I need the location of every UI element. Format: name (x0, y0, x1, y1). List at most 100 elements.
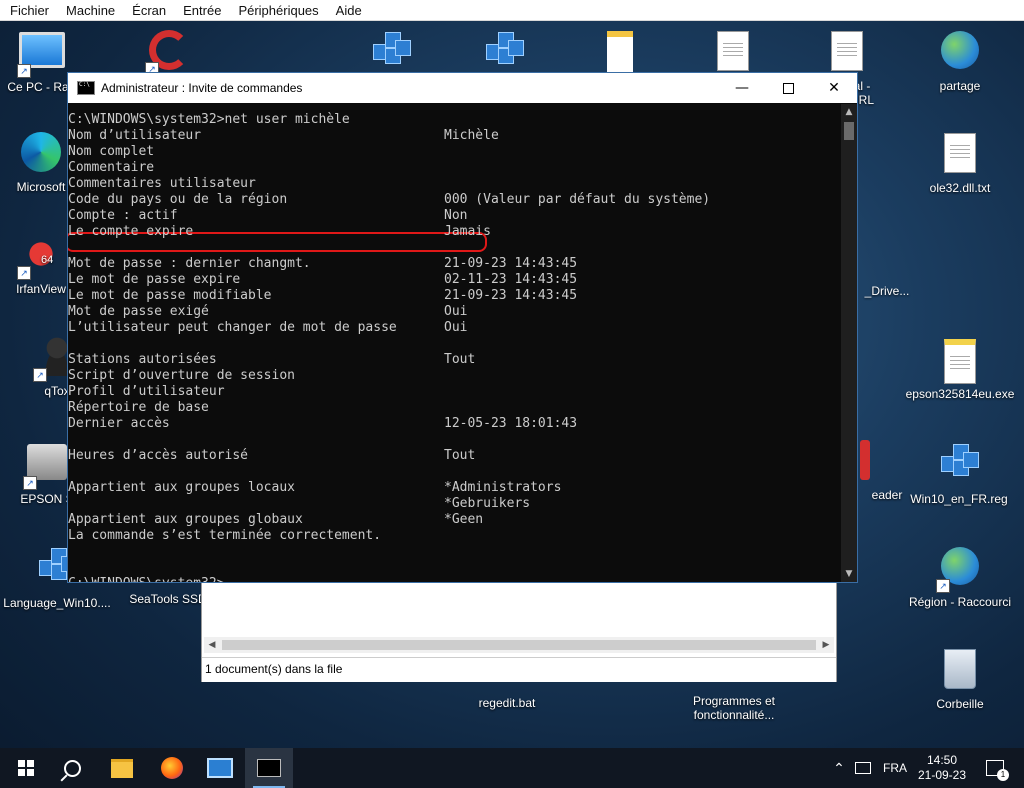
desktop-icon-epson-exe[interactable]: epson325814eu.exe (905, 336, 1015, 401)
console-line: Mot de passe : dernier changmt. 21-09-23 … (68, 256, 577, 272)
console-line: Appartient aux groupes locaux *Administra… (68, 480, 561, 496)
console-field-value: *Administrators (444, 480, 562, 495)
desktop-icon-seatools[interactable]: SeaTools SSD (128, 582, 208, 606)
console-field-label: Code du pays ou de la région (68, 192, 288, 207)
start-button[interactable] (2, 748, 50, 788)
console-field-label: Mot de passe exigé (68, 304, 209, 319)
console-field-value: Jamais (444, 224, 491, 239)
console-field-label: Compte : actif (68, 208, 178, 223)
desktop-icon-win10-reg[interactable]: Win10_en_FR.reg (909, 440, 1009, 506)
taskbar-firefox[interactable] (148, 748, 196, 788)
desktop-icon-ole32[interactable]: ole32.dll.txt (921, 130, 999, 195)
console-field-label: Mot de passe : dernier changmt. (68, 256, 311, 271)
console-field-value: 12-05-23 18:01:43 (444, 416, 578, 431)
desktop-icon-ccleaner[interactable]: ↗ (130, 28, 208, 78)
console-field-value: Oui (444, 304, 468, 319)
scroll-up-icon[interactable]: ▲ (841, 104, 857, 120)
console-field-label: Profil d’utilisateur (68, 384, 225, 399)
close-button[interactable]: ✕ (811, 73, 857, 103)
desktop-icon-regedit-bat[interactable]: regedit.bat (468, 696, 546, 710)
vertical-scrollbar[interactable]: ▲ ▼ (841, 104, 857, 582)
console-field-label: Stations autorisées (68, 352, 217, 367)
console-line: Profil d’utilisateur (68, 384, 225, 400)
edge-browser-icon (19, 132, 63, 176)
search-button[interactable] (48, 748, 96, 788)
menu-aide[interactable]: Aide (326, 3, 369, 18)
scroll-right-icon[interactable]: ▶ (818, 637, 834, 653)
cmd-app-icon[interactable] (77, 81, 95, 95)
console-line: Code du pays ou de la région 000 (Valeur … (68, 192, 710, 208)
clock[interactable]: 14:50 21-09-23 (912, 748, 972, 788)
print-queue-window: ◀ ▶ 1 document(s) dans la file (201, 582, 837, 682)
console-field-value: Non (444, 208, 468, 223)
console-line: Script d’ouverture de session (68, 368, 295, 384)
clock-time: 14:50 (926, 753, 958, 767)
taskbar-command-prompt[interactable] (245, 748, 293, 788)
scroll-left-icon[interactable]: ◀ (204, 637, 220, 653)
taskbar-remote-desktop[interactable] (196, 748, 244, 788)
console-field-label: Appartient aux groupes locaux (68, 480, 295, 495)
scanner-icon: ↗ (23, 444, 69, 490)
console-field-value: 000 (Valeur par défaut du système) (444, 192, 711, 207)
desktop-icon-recycle-bin[interactable]: Corbeille (921, 646, 999, 711)
console-field-label: Le mot de passe expire (68, 272, 241, 287)
minimize-icon: — (735, 80, 749, 96)
clock-date: 21-09-23 (917, 768, 967, 782)
window-title: Administrateur : Invite de commandes (101, 81, 303, 95)
console-field-value: *Geen (444, 512, 484, 527)
console-line: Appartient aux groupes globaux *Geen (68, 512, 483, 528)
console-field-label: La commande s’est terminée correctement. (68, 528, 382, 543)
console-line: Compte : actif Non (68, 208, 467, 224)
close-icon: ✕ (828, 80, 840, 96)
console-field-value: Michèle (444, 128, 499, 143)
console-field-value: *Gebruikers (444, 496, 531, 511)
minimize-button[interactable]: — (719, 73, 765, 103)
irfanview-64-badge: 64 (41, 254, 54, 266)
desktop-icon-programmes[interactable]: Programmes et fonctionnalité... (684, 680, 784, 722)
firefox-icon (161, 757, 183, 779)
tray-overflow-button[interactable]: ⌃ (828, 748, 850, 788)
console-field-label: Répertoire de base (68, 400, 209, 415)
notification-count: 1 (997, 769, 1009, 781)
console-line: C:\WINDOWS\system32> (68, 576, 225, 582)
scrollbar-thumb[interactable] (222, 640, 816, 650)
text-file-icon (938, 133, 982, 177)
irfanview-icon: 64 ↗ (17, 234, 63, 280)
console-field-value: 21-09-23 14:43:45 (444, 288, 578, 303)
horizontal-scrollbar[interactable]: ◀ ▶ (204, 637, 834, 653)
network-share-icon (938, 31, 982, 75)
region-globe-icon: ↗ (936, 547, 982, 593)
notification-icon: 1 (986, 760, 1009, 781)
desktop-icon-partage[interactable]: partage (921, 28, 999, 93)
scroll-down-icon[interactable]: ▼ (841, 566, 857, 582)
network-button[interactable] (852, 748, 874, 788)
menu-fichier[interactable]: Fichier (0, 3, 56, 18)
menu-entree[interactable]: Entrée (173, 3, 228, 18)
command-prompt-window: Administrateur : Invite de commandes — ✕… (67, 72, 858, 583)
console-line: Nom complet (68, 144, 154, 160)
console-line: La commande s’est terminée correctement. (68, 528, 381, 544)
language-indicator[interactable]: FRA (880, 748, 910, 788)
console-field-label: Le compte expire (68, 224, 194, 239)
desktop-icon-region[interactable]: ↗ Région - Raccourci (905, 544, 1015, 609)
registry-file-icon (482, 32, 526, 76)
menu-machine[interactable]: Machine (56, 3, 122, 18)
console-line: Stations autorisées Tout (68, 352, 475, 368)
console-output[interactable]: C:\WINDOWS\system32>net user michèle Nom … (68, 104, 841, 582)
console-field-label: Commentaires utilisateur (68, 176, 256, 191)
menu-ecran[interactable]: Écran (122, 3, 173, 18)
installer-icon (938, 339, 982, 384)
recycle-bin-icon (938, 649, 982, 693)
console-line: Nom d’utilisateur Michèle (68, 128, 499, 144)
pdf-file-icon (598, 31, 642, 75)
console-line: Dernier accès 12-05-23 18:01:43 (68, 416, 577, 432)
title-bar[interactable]: Administrateur : Invite de commandes — ✕ (68, 73, 857, 103)
maximize-button[interactable] (765, 73, 811, 103)
search-icon (63, 759, 81, 777)
menu-peripheriques[interactable]: Périphériques (228, 3, 325, 18)
scrollbar-thumb[interactable] (844, 122, 854, 140)
registry-file-icon (937, 444, 981, 488)
notification-center-button[interactable]: 1 (980, 748, 1010, 788)
console-line: L’utilisateur peut changer de mot de pas… (68, 320, 467, 336)
taskbar-file-explorer[interactable] (98, 748, 146, 788)
